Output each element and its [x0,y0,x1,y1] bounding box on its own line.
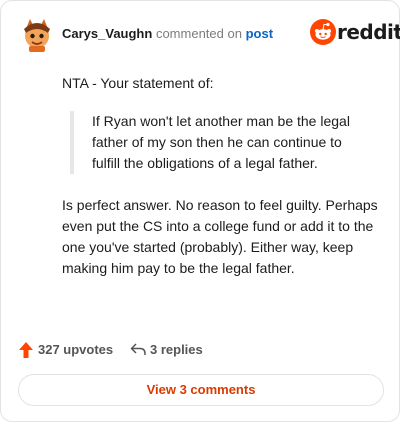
view-comments-button[interactable]: View 3 comments [18,374,384,406]
blockquote: If Ryan won't let another man be the leg… [70,111,373,174]
comment-text: Is perfect answer. No reason to feel gui… [62,197,378,276]
upvote-count: 327 upvotes [38,342,114,357]
username[interactable]: Carys_Vaughn [62,26,152,41]
reply-arrow-icon [130,343,146,355]
upvote-arrow-icon [19,342,33,358]
user-avatar[interactable] [18,15,56,53]
reply-count: 3 replies [150,342,203,357]
post-link[interactable]: post [246,26,273,41]
reddit-logo[interactable]: reddit [310,19,400,47]
commented-on-text: commented on [155,26,242,41]
comment-card: Carys_Vaughn commented on post reddit NT… [0,0,400,422]
reddit-wordmark: reddit [337,20,400,44]
comment-body: NTA - Your statement of: If Ryan won't l… [62,73,382,279]
header-text: Carys_Vaughn commented on post [62,26,273,41]
comment-intro: NTA - Your statement of: [62,75,214,91]
reddit-alien-icon [310,19,336,45]
comment-header: Carys_Vaughn commented on post reddit [18,15,400,53]
